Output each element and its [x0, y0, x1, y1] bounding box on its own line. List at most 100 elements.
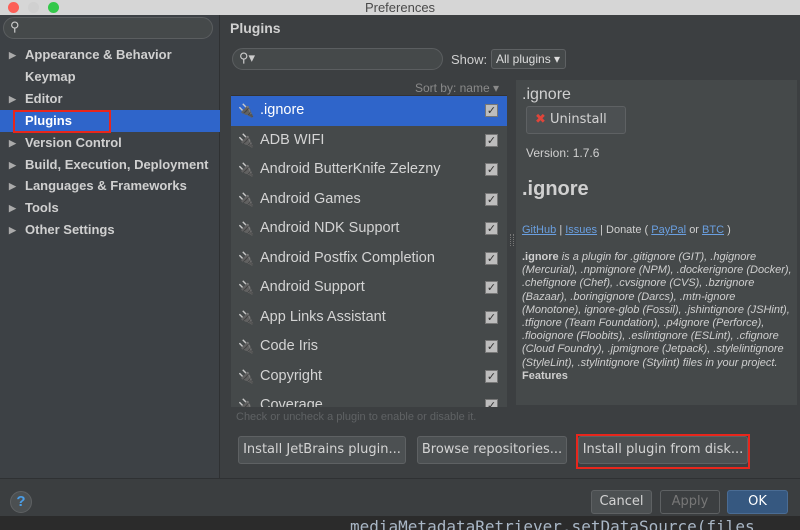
github-link[interactable]: GitHub: [522, 224, 556, 236]
ok-button[interactable]: OK: [727, 490, 788, 514]
plugin-detail-panel: .ignore ✖ Uninstall Version: 1.7.6 .igno…: [516, 80, 797, 405]
plugin-list: Sort by: name ▾ 🔌 .ignore ✓ 🔌 ADB WIFI ✓ 🔌 Andr…: [231, 80, 507, 407]
issues-link[interactable]: Issues: [565, 224, 597, 236]
search-icon: ⚲: [10, 19, 20, 34]
plugin-row[interactable]: 🔌 ADB WIFI ✓: [231, 126, 507, 156]
btc-link[interactable]: BTC: [702, 224, 724, 236]
plugin-row[interactable]: 🔌 Android ButterKnife Zelezny ✓: [231, 155, 507, 185]
plugin-row[interactable]: 🔌 .ignore ✓: [231, 96, 507, 126]
apply-button[interactable]: Apply: [660, 490, 720, 514]
background-editor: mediaMetadataRetriever.setDataSource(fil…: [0, 516, 800, 530]
enable-checkbox[interactable]: ✓: [485, 104, 498, 117]
sidebar-item-build-execution-deployment[interactable]: ▶ Build, Execution, Deployment: [0, 154, 220, 176]
plugin-name: Coverage: [260, 397, 323, 407]
enable-checkbox[interactable]: ✓: [485, 399, 498, 407]
sidebar-item-label: Languages & Frameworks: [25, 178, 187, 194]
donate-text: | Donate (: [600, 224, 649, 236]
install-jetbrains-plugin-button[interactable]: Install JetBrains plugin...: [238, 436, 406, 464]
plugins-panel: Plugins ⚲▾ Show: All plugins ▾ Sort by: …: [220, 6, 800, 478]
plugin-name: Android ButterKnife Zelezny: [260, 161, 441, 177]
settings-sidebar: ⚲ ▶ Appearance & Behavior Keymap ▶ Editor Plu…: [0, 6, 220, 478]
plugin-name: ADB WIFI: [260, 131, 325, 148]
highlight-box: [13, 110, 111, 133]
plugin-icon: 🔌: [238, 132, 255, 148]
plugin-name: Copyright: [260, 367, 323, 384]
plugin-row[interactable]: 🔌 Code Iris ✓: [231, 332, 507, 362]
plugin-name: Android Support: [260, 279, 365, 295]
expand-arrow-icon[interactable]: ▶: [9, 132, 16, 154]
dialog-footer: ? Cancel Apply OK: [0, 478, 800, 516]
desc-text: is a plugin for .gitignore (GIT), .hgign…: [522, 251, 792, 369]
desc-bold: .ignore: [522, 251, 559, 263]
enable-checkbox[interactable]: ✓: [485, 133, 498, 147]
sort-by-dropdown[interactable]: Sort by: name ▾: [231, 80, 507, 96]
show-filter-dropdown[interactable]: All plugins ▾: [491, 49, 566, 69]
plugin-row[interactable]: 🔌 Android NDK Support ✓: [231, 214, 507, 244]
plugin-row[interactable]: 🔌 Coverage ✓: [231, 391, 507, 407]
sidebar-item-version-control[interactable]: ▶ Version Control: [0, 132, 220, 154]
show-filter-value: All plugins: [496, 52, 551, 66]
plugin-icon: 🔌: [238, 309, 255, 325]
plugin-icon: 🔌: [238, 162, 255, 177]
sidebar-item-label: Appearance & Behavior: [25, 47, 172, 62]
title-bar: Preferences: [0, 0, 800, 15]
enable-checkbox[interactable]: ✓: [485, 369, 498, 383]
plugin-name: .ignore: [260, 102, 305, 118]
plugin-name: App Links Assistant: [260, 308, 386, 325]
cancel-button[interactable]: Cancel: [591, 490, 652, 514]
plugin-search-input[interactable]: ⚲▾: [232, 48, 443, 70]
expand-arrow-icon[interactable]: ▶: [9, 175, 16, 197]
separator: |: [559, 224, 563, 236]
sidebar-item-label: Editor: [25, 90, 63, 106]
help-button[interactable]: ?: [10, 491, 32, 513]
plugin-row[interactable]: 🔌 Android Games ✓: [231, 185, 507, 215]
plugin-heading: .ignore: [522, 178, 589, 200]
close-icon: ✖: [535, 112, 546, 127]
plugin-links: GitHub | Issues | Donate ( PayPal or BTC…: [522, 224, 731, 236]
plugin-name: .ignore: [522, 86, 571, 103]
sidebar-item-tools[interactable]: ▶ Tools: [0, 197, 220, 219]
enable-checkbox[interactable]: ✓: [485, 340, 498, 353]
splitter-handle[interactable]: [510, 234, 514, 246]
enable-checkbox[interactable]: ✓: [485, 310, 498, 324]
enable-checkbox[interactable]: ✓: [485, 192, 498, 206]
plugin-icon: 🔌: [238, 280, 255, 295]
hint-text: Check or uncheck a plugin to enable or d…: [236, 411, 477, 423]
plugin-description: .ignore is a plugin for .gitignore (GIT)…: [522, 251, 797, 383]
uninstall-button[interactable]: ✖ Uninstall: [526, 106, 626, 134]
enable-checkbox[interactable]: ✓: [485, 281, 498, 294]
paypal-link[interactable]: PayPal: [651, 224, 686, 236]
or-text: or: [689, 224, 699, 236]
plugin-icon: 🔌: [238, 191, 255, 207]
enable-checkbox[interactable]: ✓: [485, 251, 498, 265]
plugin-icon: 🔌: [238, 339, 255, 354]
plugin-icon: 🔌: [238, 368, 255, 384]
chevron-down-icon: ▾: [554, 52, 561, 66]
code-line: mediaMetadataRetriever.setDataSource(fil…: [350, 517, 755, 530]
sidebar-item-editor[interactable]: ▶ Editor: [0, 88, 220, 110]
enable-checkbox[interactable]: ✓: [485, 163, 498, 176]
window-title: Preferences: [364, 0, 436, 15]
expand-arrow-icon[interactable]: ▶: [9, 197, 16, 219]
enable-checkbox[interactable]: ✓: [485, 222, 498, 235]
plugin-name: Android Postfix Completion: [260, 249, 435, 266]
plugin-icon: 🔌: [238, 103, 255, 118]
expand-arrow-icon[interactable]: ▶: [9, 154, 16, 176]
plugin-row[interactable]: 🔌 App Links Assistant ✓: [231, 303, 507, 333]
plugin-row[interactable]: 🔌 Android Support ✓: [231, 273, 507, 303]
expand-arrow-icon[interactable]: ▶: [9, 44, 16, 66]
expand-arrow-icon[interactable]: ▶: [9, 219, 16, 241]
page-title: Plugins: [230, 20, 281, 36]
sidebar-item-languages-frameworks[interactable]: ▶ Languages & Frameworks: [0, 175, 220, 197]
plugin-version: Version: 1.7.6: [526, 146, 600, 160]
browse-repositories-button[interactable]: Browse repositories...: [417, 436, 567, 464]
sidebar-item-keymap[interactable]: Keymap: [0, 66, 220, 88]
settings-search-input[interactable]: ⚲: [3, 17, 213, 39]
plugin-icon: 🔌: [238, 221, 255, 236]
plugin-row[interactable]: 🔌 Copyright ✓: [231, 362, 507, 392]
uninstall-label: Uninstall: [550, 112, 607, 127]
plugin-row[interactable]: 🔌 Android Postfix Completion ✓: [231, 244, 507, 274]
sidebar-item-appearance-behavior[interactable]: ▶ Appearance & Behavior: [0, 44, 220, 66]
expand-arrow-icon[interactable]: ▶: [9, 88, 16, 110]
sidebar-item-other-settings[interactable]: ▶ Other Settings: [0, 219, 220, 241]
